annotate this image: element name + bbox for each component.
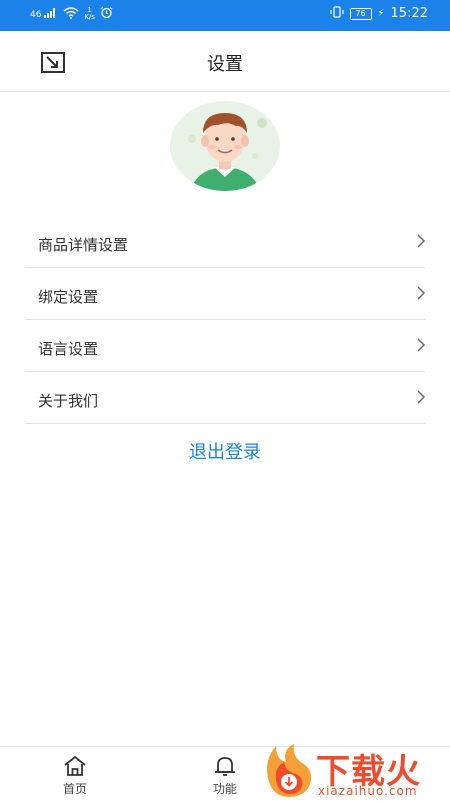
menu-item-label: 绑定设置	[38, 288, 99, 306]
wifi-icon	[63, 6, 79, 22]
battery-level: 76	[355, 8, 366, 18]
home-icon	[64, 755, 86, 776]
net-speed: 1 K/s	[84, 7, 95, 21]
menu-item-label: 语言设置	[38, 340, 99, 358]
watermark: 下载火 xiazaihuo.com	[262, 742, 450, 800]
tab-label: 首页	[62, 782, 87, 796]
tab-label: 功能	[212, 782, 237, 796]
watermark-domain: xiazaihuo.com	[318, 784, 418, 798]
status-time: 15:22	[390, 6, 428, 21]
header: 设置	[0, 31, 450, 92]
settings-menu: 商品详情设置 绑定设置 语言设置 关于我们	[25, 216, 425, 424]
signal-icon: 46	[30, 8, 58, 20]
menu-item-label: 商品详情设置	[38, 236, 129, 254]
alarm-icon	[100, 6, 113, 22]
tab-home[interactable]: 首页	[35, 747, 115, 801]
bell-icon	[215, 757, 235, 776]
chevron-right-icon	[417, 390, 425, 404]
menu-item-language[interactable]: 语言设置	[25, 320, 425, 372]
status-right: 76 ⚡ 15:22	[329, 6, 428, 21]
chevron-right-icon	[417, 234, 425, 248]
menu-item-binding[interactable]: 绑定设置	[25, 268, 425, 320]
charging-icon: ⚡	[377, 8, 385, 19]
status-bar: 46 1 K/s 76 ⚡ 15:22	[0, 0, 450, 31]
battery-icon: 76	[349, 7, 372, 20]
avatar[interactable]	[170, 101, 280, 191]
menu-item-product-details[interactable]: 商品详情设置	[25, 216, 425, 268]
avatar-illustration	[188, 113, 267, 191]
vibrate-icon	[329, 6, 344, 21]
page-title: 设置	[207, 54, 243, 75]
menu-item-label: 关于我们	[38, 392, 99, 410]
chevron-right-icon	[417, 286, 425, 300]
flame-logo-icon	[267, 744, 312, 797]
status-left: 46 1 K/s	[30, 6, 113, 22]
tab-features[interactable]: 功能	[185, 747, 265, 801]
signal-label: 46	[30, 10, 42, 20]
logout-button[interactable]: 退出登录	[0, 438, 450, 464]
net-speed-unit: K/s	[84, 13, 95, 21]
menu-item-about[interactable]: 关于我们	[25, 372, 425, 424]
chevron-right-icon	[417, 338, 425, 352]
